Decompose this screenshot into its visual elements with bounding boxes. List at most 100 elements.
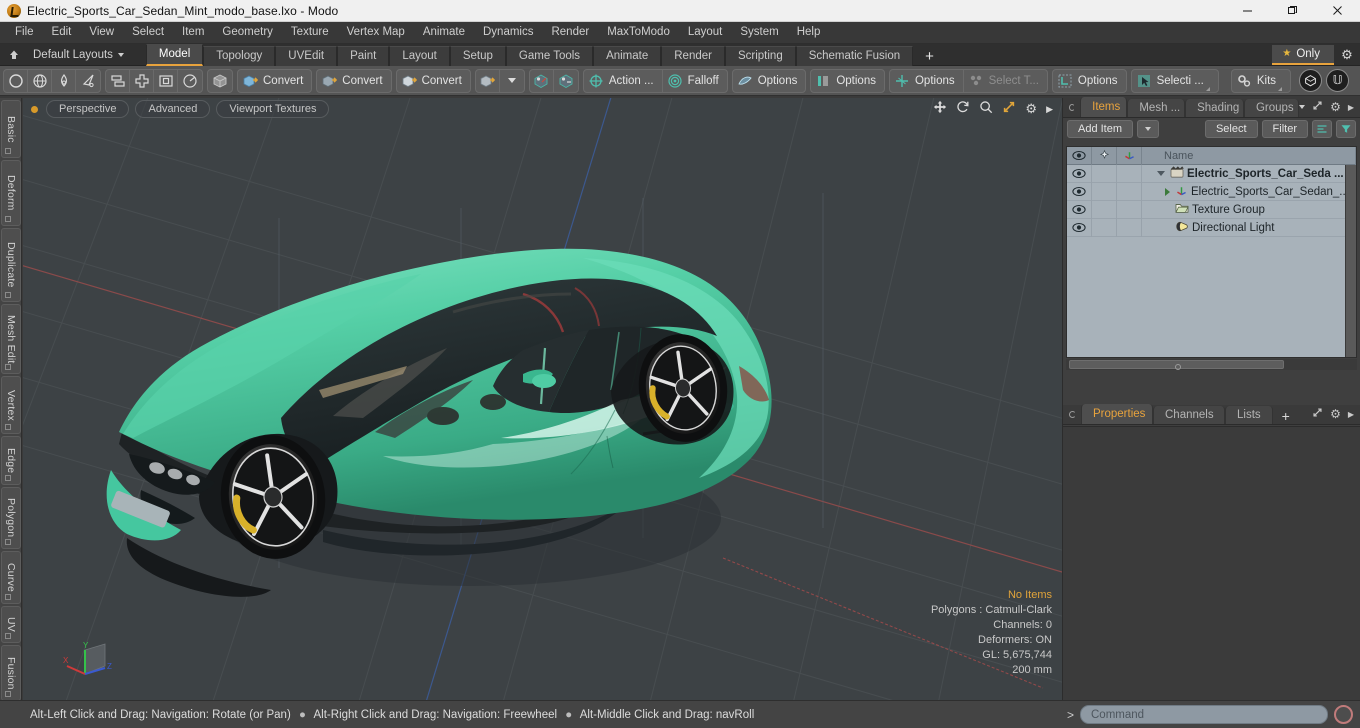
vtab-basic[interactable]: Basic <box>1 100 21 158</box>
menu-geometry[interactable]: Geometry <box>213 23 282 42</box>
cube-icon[interactable] <box>208 70 232 92</box>
add-item-button[interactable]: Add Item <box>1067 120 1134 138</box>
menu-select[interactable]: Select <box>123 23 173 42</box>
row-lock-cell[interactable] <box>1092 164 1117 183</box>
select-through-button[interactable]: Select T... <box>964 70 1047 92</box>
kits-button[interactable]: Kits <box>1232 70 1290 92</box>
properties-add-tab-button[interactable]: + <box>1273 408 1299 424</box>
chevron-right-icon[interactable]: ▶ <box>1046 104 1053 115</box>
menu-render[interactable]: Render <box>542 23 598 42</box>
square-in-square-icon[interactable] <box>154 69 178 92</box>
panel-chevron-right-icon[interactable]: ▶ <box>1348 103 1354 112</box>
modo-badge-icon[interactable] <box>1299 69 1323 92</box>
gear-icon[interactable]: ⚙ <box>1025 101 1037 117</box>
chevron-down-icon[interactable] <box>1157 171 1165 176</box>
unreal-badge-icon[interactable]: 𝕌 <box>1326 69 1350 92</box>
row-visibility-toggle[interactable] <box>1067 218 1092 237</box>
cone-primitive-icon[interactable] <box>76 70 100 92</box>
vtab-uv[interactable]: UV <box>1 606 21 643</box>
3d-viewport[interactable]: Perspective Advanced Viewport Textures ⚙… <box>23 98 1062 700</box>
scrollbar-thumb[interactable] <box>1069 360 1284 370</box>
move-icon[interactable] <box>933 100 947 119</box>
menu-vertex-map[interactable]: Vertex Map <box>338 23 414 42</box>
add-tab-button[interactable]: + <box>913 48 946 66</box>
tab-render[interactable]: Render <box>661 45 725 66</box>
mesh-op-b-icon[interactable] <box>554 70 578 92</box>
row-visibility-toggle[interactable] <box>1067 200 1092 219</box>
zoom-icon[interactable] <box>979 100 993 119</box>
list-item[interactable]: Texture Group <box>1142 202 1356 217</box>
menu-system[interactable]: System <box>731 23 787 42</box>
command-input[interactable]: Command <box>1080 705 1328 724</box>
menu-view[interactable]: View <box>80 23 123 42</box>
panel-tab-shading[interactable]: Shading <box>1185 99 1244 117</box>
panel-expand-icon[interactable] <box>1312 100 1323 114</box>
items-sort-icon[interactable] <box>1312 120 1332 138</box>
row-transform-cell[interactable] <box>1117 200 1142 219</box>
items-select-button[interactable]: Select <box>1204 120 1258 138</box>
row-visibility-toggle[interactable] <box>1067 164 1092 183</box>
menu-layout[interactable]: Layout <box>679 23 732 42</box>
menu-file[interactable]: File <box>6 23 43 42</box>
teardrop-primitive-icon[interactable] <box>52 69 76 92</box>
vtab-polygon[interactable]: Polygon <box>1 487 21 549</box>
options-button-1[interactable]: Options <box>733 70 806 92</box>
properties-expand-icon[interactable] <box>1312 407 1323 421</box>
tab-scripting[interactable]: Scripting <box>724 45 796 66</box>
convert-button-2[interactable]: Convert <box>317 70 390 92</box>
properties-gear-icon[interactable]: ⚙ <box>1330 407 1341 421</box>
mesh-op-a-icon[interactable] <box>530 69 554 92</box>
menu-edit[interactable]: Edit <box>43 23 81 42</box>
vtab-vertex[interactable]: Vertex <box>1 376 21 434</box>
row-lock-cell[interactable] <box>1092 182 1117 201</box>
table-row[interactable]: Electric_Sports_Car_Seda ... <box>1067 164 1356 183</box>
vtab-edge[interactable]: Edge <box>1 436 21 485</box>
command-record-button[interactable] <box>1334 705 1353 724</box>
fit-icon[interactable] <box>1002 100 1016 119</box>
vtab-fusion[interactable]: Fusion <box>1 645 21 701</box>
stack-icon[interactable] <box>106 69 130 92</box>
viewport-advanced-button[interactable]: Advanced <box>135 100 211 118</box>
row-visibility-toggle[interactable] <box>1067 182 1092 201</box>
convert-icon-4[interactable] <box>476 69 500 92</box>
list-item[interactable]: Electric_Sports_Car_Sedan_... <box>1142 184 1356 200</box>
panel-chevron-down-icon[interactable] <box>1299 105 1306 109</box>
panel-tab-channels[interactable]: Channels <box>1153 406 1225 424</box>
add-item-dropdown[interactable] <box>1137 120 1160 138</box>
close-button[interactable] <box>1315 0 1360 22</box>
tab-game-tools[interactable]: Game Tools <box>505 45 594 66</box>
items-horizontal-scrollbar[interactable] <box>1066 359 1357 370</box>
items-vertical-scrollbar[interactable] <box>1345 165 1356 357</box>
table-row[interactable]: Texture Group <box>1067 200 1356 219</box>
row-lock-cell[interactable] <box>1092 200 1117 219</box>
list-item[interactable]: Directional Light <box>1142 220 1356 236</box>
options-button-3[interactable]: Options <box>890 69 964 92</box>
row-transform-cell[interactable] <box>1117 182 1142 201</box>
default-layouts-dropdown[interactable]: Default Layouts <box>25 49 132 61</box>
vtab-curve[interactable]: Curve <box>1 551 21 604</box>
sphere-primitive-icon[interactable] <box>28 69 52 92</box>
panel-gear-icon[interactable]: ⚙ <box>1330 100 1341 114</box>
falloff-button[interactable]: Falloff <box>663 70 727 92</box>
tab-model[interactable]: Model <box>145 43 204 66</box>
items-filter-funnel-icon[interactable] <box>1336 120 1356 138</box>
minimize-button[interactable] <box>1225 0 1270 22</box>
viewport-perspective-button[interactable]: Perspective <box>46 100 130 118</box>
panel-grip-icon[interactable] <box>1069 104 1076 111</box>
row-lock-cell[interactable] <box>1092 218 1117 237</box>
row-transform-cell[interactable] <box>1117 164 1142 183</box>
vtab-duplicate[interactable]: Duplicate <box>1 228 21 302</box>
vtab-mesh-edit[interactable]: Mesh Edit <box>1 304 21 374</box>
panel-tab-groups[interactable]: Groups <box>1243 99 1300 117</box>
row-transform-cell[interactable] <box>1117 218 1142 237</box>
chevron-right-icon[interactable] <box>1165 187 1170 196</box>
convert-button-1[interactable]: Convert <box>238 70 311 92</box>
tab-topology[interactable]: Topology <box>203 45 276 66</box>
tab-schematic-fusion[interactable]: Schematic Fusion <box>795 45 914 66</box>
tab-paint[interactable]: Paint <box>337 45 390 66</box>
menu-item[interactable]: Item <box>173 23 213 42</box>
panel-tab-items[interactable]: Items <box>1080 97 1128 117</box>
menu-dynamics[interactable]: Dynamics <box>474 23 542 42</box>
panel-tab-lists[interactable]: Lists <box>1225 406 1273 424</box>
vtab-deform[interactable]: Deform <box>1 160 21 226</box>
